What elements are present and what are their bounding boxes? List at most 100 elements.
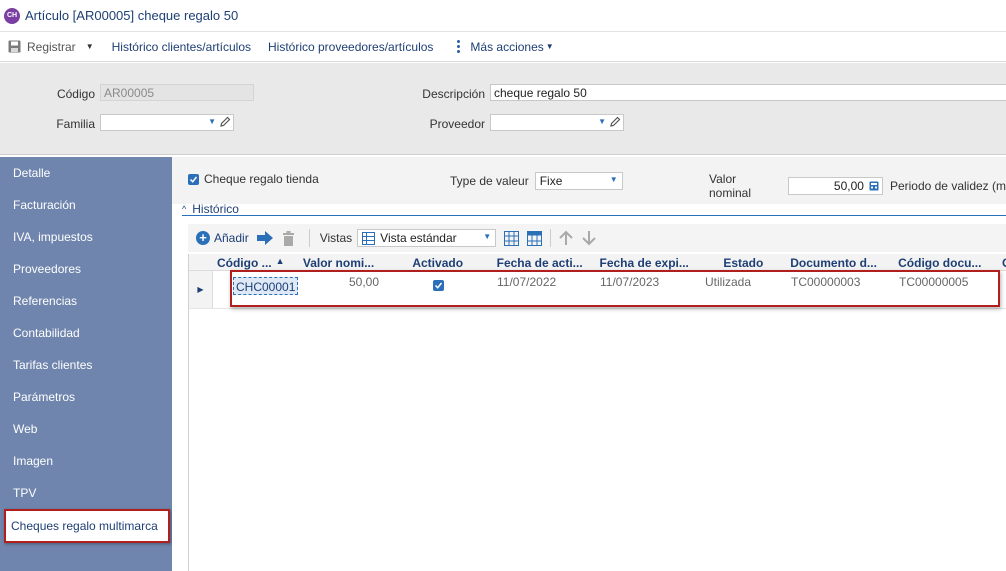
cheque-tienda-label: Cheque regalo tienda [204,172,319,186]
proveedor-combo[interactable]: ▼ [490,114,624,131]
main-toolbar: Registrar ▼ Histórico clientes/artículos… [0,32,1006,62]
window-title: Artículo [AR00005] cheque regalo 50 [25,8,239,23]
save-icon [8,40,21,53]
sidebar-item-imagen[interactable]: Imagen [0,445,172,477]
sidebar-item-proveedores[interactable]: Proveedores [0,253,172,285]
valor-nominal-value: 50,00 [833,179,864,193]
sidebar-item-web[interactable]: Web [0,413,172,445]
sidebar-item-detalle[interactable]: Detalle [0,157,172,189]
vistas-value: Vista estándar [380,231,457,245]
grid-header: Código ... ▲ Valor nomi... Activado Fech… [189,254,1006,271]
more-actions-button[interactable]: Más acciones ▼ [457,39,554,54]
type-valeur-select[interactable]: Fixe ▼ [534,172,623,190]
cell-codigo-doc[interactable]: TC00000005 [895,271,999,308]
window-titlebar: CH Artículo [AR00005] cheque regalo 50 [0,0,1006,32]
calculator-icon[interactable] [869,181,879,191]
sidebar-item-contabilidad[interactable]: Contabilidad [0,317,172,349]
sidebar-item-referencias[interactable]: Referencias [0,285,172,317]
cell-activado[interactable] [383,271,493,308]
familia-edit-icon[interactable] [220,116,231,127]
activado-checkbox[interactable] [432,280,444,291]
register-dropdown-icon[interactable]: ▼ [86,42,94,51]
row-indicator-icon: ▶ [189,271,213,308]
col-header-activado[interactable]: Activado [383,254,493,270]
cell-documento[interactable]: TC00000003 [787,271,895,308]
toolbar-divider-2 [550,229,552,247]
valor-nominal-field[interactable]: 50,00 [788,177,883,195]
cell-estado[interactable]: Utilizada [701,271,787,308]
move-down-icon[interactable] [581,230,597,246]
cell-fecha-act[interactable]: 11/07/2022 [493,271,596,308]
col-header-fecha-exp[interactable]: Fecha de expi... [596,254,701,270]
header-panel: Código AR00005 Familia ▼ Descripción che… [0,63,1006,155]
register-button[interactable]: Registrar ▼ [8,40,94,54]
register-label: Registrar [27,39,76,54]
move-up-icon[interactable] [558,230,574,246]
table-view-icon [362,232,376,245]
col-header-documento[interactable]: Documento d... [786,254,894,270]
type-valeur-label: Type de valeur [450,174,529,188]
toolbar-divider [308,229,310,247]
valor-nominal-group: Valor nominal 50,00 Periodo de validez (… [709,172,1006,200]
codigo-label: Código [56,87,95,101]
hist-suppliers-button[interactable]: Histórico proveedores/artículos [268,40,433,54]
main-content: Cheque regalo tienda Type de valeur Fixe… [172,157,1006,571]
caret-down-icon: ▼ [545,42,554,51]
type-valeur-group: Type de valeur Fixe ▼ [450,172,623,190]
cell-fecha-exp[interactable]: 11/07/2023 [596,271,701,308]
valor-nominal-label: Valor nominal [709,172,752,200]
proveedor-dropdown-icon[interactable]: ▼ [598,117,606,126]
type-valeur-dropdown-icon: ▼ [609,175,618,184]
app-badge-icon: CH [4,7,20,24]
proveedor-label: Proveedor [429,117,485,131]
grid-columns-icon[interactable] [504,230,520,246]
col-header-codigo-doc[interactable]: Código docu... [894,254,998,270]
historico-section-header[interactable]: ^ Histórico [182,202,1006,216]
trash-icon[interactable] [282,230,295,246]
historico-title: Histórico [192,201,239,216]
familia-combo[interactable]: ▼ [100,114,234,131]
sidebar-item-parametros[interactable]: Parámetros [0,381,172,413]
vistas-dropdown-icon: ▼ [483,232,492,241]
type-valeur-value: Fixe [539,174,563,188]
cheque-tienda-option[interactable]: Cheque regalo tienda [188,172,319,186]
vistas-select[interactable]: Vista estándar ▼ [357,229,497,247]
col-header-estado[interactable]: Estado [700,254,786,270]
familia-dropdown-icon[interactable]: ▼ [208,117,216,126]
periodo-validez-label: Periodo de validez (m [889,179,1006,193]
cell-codigo-value: CHC00001 [233,277,299,295]
sidebar-item-facturacion[interactable]: Facturación [0,189,172,221]
descripcion-field[interactable]: cheque regalo 50 [490,84,1006,101]
kebab-icon [457,40,461,53]
col-header-valor[interactable]: Valor nomi... [299,254,383,270]
descripcion-label: Descripción [422,87,485,101]
more-actions-label: Más acciones [470,39,544,54]
sidebar-nav: Detalle Facturación IVA, impuestos Prove… [0,157,172,571]
sidebar-item-iva[interactable]: IVA, impuestos [0,221,172,253]
table-row[interactable]: ▶ CHC00001 50,00 11/07/2022 11/07/2023 U… [189,271,1006,309]
col-header-extra[interactable]: C [998,254,1006,270]
sidebar-item-cheques-multimarca[interactable]: Cheques regalo multimarca [4,509,170,543]
grid-settings-icon[interactable] [527,230,543,246]
col-header-codigo[interactable]: Código ... ▲ [213,254,299,270]
cell-valor[interactable]: 50,00 [299,271,383,308]
add-button[interactable]: + Añadir [196,231,249,245]
sidebar-item-tpv[interactable]: TPV [0,477,172,509]
historico-grid: Código ... ▲ Valor nomi... Activado Fech… [188,254,1006,571]
familia-label: Familia [56,117,95,131]
codigo-field[interactable]: AR00005 [100,84,254,101]
hist-clients-button[interactable]: Histórico clientes/artículos [112,40,251,54]
proveedor-edit-icon[interactable] [610,116,621,127]
col-header-fecha-act[interactable]: Fecha de acti... [493,254,596,270]
header-spacer [189,254,213,270]
sidebar-item-tarifas[interactable]: Tarifas clientes [0,349,172,381]
arrow-right-icon[interactable] [256,230,274,246]
collapse-chevron-icon[interactable]: ^ [182,204,186,214]
cell-codigo[interactable]: CHC00001 [213,271,299,308]
cheque-tienda-checkbox[interactable] [188,173,199,185]
add-label: Añadir [214,231,249,245]
grid-toolbar: + Añadir Vistas Vista estándar ▼ [188,224,1006,252]
col-codigo-label: Código ... [216,256,272,270]
plus-circle-icon: + [196,231,210,245]
sort-asc-icon: ▲ [275,256,285,266]
